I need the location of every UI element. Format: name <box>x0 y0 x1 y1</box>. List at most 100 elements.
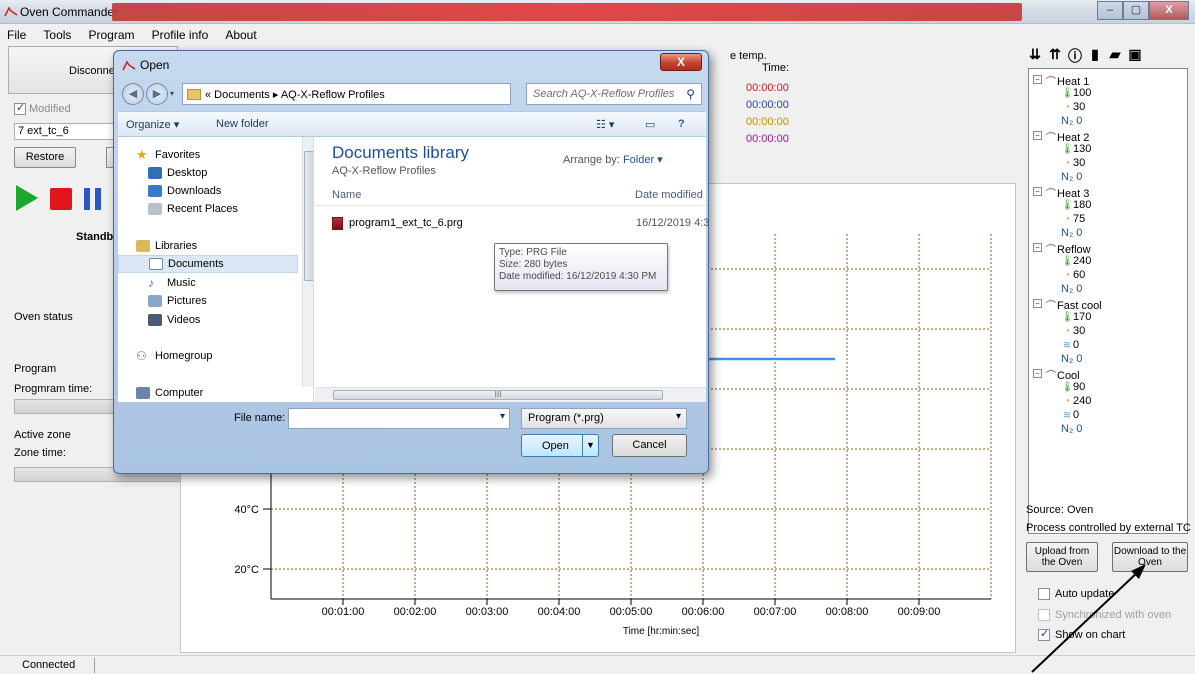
tree-time[interactable]: ◔ 30 <box>1061 101 1085 113</box>
back-icon[interactable]: ◀ <box>122 83 144 105</box>
view-options-icon[interactable]: ☷ ▾ <box>596 118 614 131</box>
menu-profile-info[interactable]: Profile info <box>145 25 216 45</box>
menu-tools[interactable]: Tools <box>36 25 78 45</box>
nav-downloads[interactable]: Downloads <box>148 185 221 197</box>
pause-icon[interactable] <box>84 188 102 210</box>
tree-zone[interactable]: ⌒Heat 3 <box>1045 185 1089 200</box>
search-icon[interactable]: ⚲ <box>686 87 695 101</box>
tree-zone[interactable]: ⌒Fast cool <box>1045 297 1102 312</box>
nav-videos[interactable]: Videos <box>148 314 200 326</box>
tree-time[interactable]: ◔ 75 <box>1061 213 1085 225</box>
column-name[interactable]: Name <box>332 189 361 201</box>
open-options-dropdown-icon[interactable]: ▼ <box>582 435 598 456</box>
tree-fan[interactable]: ≋ 0 <box>1061 409 1079 421</box>
tree-zone[interactable]: ⌒Heat 2 <box>1045 129 1089 144</box>
tree-nitrogen[interactable]: N₂ 0 <box>1061 423 1082 435</box>
nav-music[interactable]: ♪ Music <box>148 277 196 289</box>
collapse-node-icon[interactable]: − <box>1033 299 1042 308</box>
save-icon[interactable]: ▣ <box>1128 46 1142 66</box>
tree-time[interactable]: ◔ 30 <box>1061 157 1085 169</box>
breadcrumb[interactable]: « Documents ▸ AQ-X-Reflow Profiles <box>205 88 385 101</box>
collapse-node-icon[interactable]: − <box>1033 75 1042 84</box>
nav-scroll-thumb[interactable] <box>304 151 313 281</box>
synchronized-checkbox[interactable]: Synchronized with oven <box>1038 609 1171 621</box>
maximize-button[interactable]: ▢ <box>1123 1 1149 20</box>
stop-icon[interactable] <box>50 188 72 210</box>
auto-update-checkbox[interactable]: Auto update <box>1038 588 1114 600</box>
tree-temperature[interactable]: 🌡90 <box>1061 381 1085 393</box>
collapse-all-icon[interactable]: ⇈ <box>1048 46 1062 66</box>
nav-documents[interactable]: Documents <box>118 255 298 273</box>
nav-favorites[interactable]: ★ Favorites <box>136 148 200 161</box>
file-type-select[interactable]: Program (*.prg) <box>521 408 687 429</box>
active-zone-label: Active zone <box>14 429 71 441</box>
tree-nitrogen-label: N₂ 0 <box>1061 353 1083 365</box>
open-folder-icon[interactable]: ▰ <box>1108 46 1122 66</box>
tree-temperature[interactable]: 🌡130 <box>1061 143 1091 155</box>
program-name-field[interactable]: 7 ext_tc_6 <box>14 123 114 140</box>
nav-recent-places[interactable]: Recent Places <box>148 203 238 215</box>
nav-homegroup[interactable]: ⚇ Homegroup <box>136 350 212 362</box>
recent-locations-icon[interactable]: ▾ <box>170 89 174 98</box>
tree-nitrogen[interactable]: N₂ 0 <box>1061 171 1082 183</box>
new-file-icon[interactable]: ▮ <box>1088 46 1102 66</box>
address-bar[interactable]: « Documents ▸ AQ-X-Reflow Profiles ▾ ↻ <box>182 83 576 105</box>
navigation-pane: ★ Favorites Desktop Downloads Recent Plac… <box>118 137 314 402</box>
tree-temperature[interactable]: 🌡240 <box>1061 255 1091 267</box>
tree-zone[interactable]: ⌒Heat 1 <box>1045 73 1089 88</box>
tree-temperature[interactable]: 🌡100 <box>1061 87 1091 99</box>
tree-temperature[interactable]: 🌡180 <box>1061 199 1091 211</box>
download-to-oven-button[interactable]: Download to the Oven <box>1112 542 1188 572</box>
dialog-close-button[interactable]: X <box>660 53 702 71</box>
play-icon[interactable] <box>16 185 38 211</box>
arrange-by-value[interactable]: Folder ▾ <box>623 154 663 166</box>
close-button[interactable]: X <box>1149 1 1189 20</box>
help-icon[interactable]: ? <box>678 118 685 130</box>
file-scroll-thumb[interactable]: III <box>333 390 663 400</box>
menu-about[interactable]: About <box>218 25 263 45</box>
file-horizontal-scrollbar[interactable]: III <box>315 387 706 402</box>
show-on-chart-checkbox[interactable]: Show on chart <box>1038 627 1125 641</box>
collapse-node-icon[interactable]: − <box>1033 243 1042 252</box>
forward-icon[interactable]: ▶ <box>146 83 168 105</box>
column-date-modified[interactable]: Date modified <box>635 189 703 201</box>
collapse-node-icon[interactable]: − <box>1033 369 1042 378</box>
nav-desktop[interactable]: Desktop <box>148 167 207 179</box>
modified-checkbox[interactable]: Modified <box>14 101 71 115</box>
tree-nitrogen[interactable]: N₂ 0 <box>1061 353 1082 365</box>
tree-nitrogen[interactable]: N₂ 0 <box>1061 283 1082 295</box>
menu-program[interactable]: Program <box>81 25 141 45</box>
file-row[interactable]: program1_ext_tc_6.prg 16/12/2019 4:3 <box>332 212 709 234</box>
collapse-node-icon[interactable]: − <box>1033 131 1042 140</box>
open-button[interactable]: Open ▼ <box>521 434 599 457</box>
search-input[interactable]: Search AQ-X-Reflow Profiles ⚲ <box>526 83 702 105</box>
file-name[interactable]: program1_ext_tc_6.prg <box>349 217 463 229</box>
nav-computer[interactable]: Computer <box>136 387 203 399</box>
cancel-button[interactable]: Cancel <box>612 434 687 457</box>
arrange-by[interactable]: Arrange by: Folder ▾ <box>563 153 663 166</box>
tree-fan[interactable]: ≋ 0 <box>1061 339 1079 351</box>
tree-zone[interactable]: ⌒Cool <box>1045 367 1080 382</box>
file-name-input[interactable] <box>288 408 510 429</box>
new-folder-button[interactable]: New folder <box>216 118 269 130</box>
organize-button[interactable]: Organize ▾ <box>126 118 179 131</box>
tree-zone[interactable]: ⌒Reflow <box>1045 241 1091 256</box>
expand-all-icon[interactable]: ⇊ <box>1028 46 1042 66</box>
tree-nitrogen[interactable]: N₂ 0 <box>1061 227 1082 239</box>
nav-pictures[interactable]: Pictures <box>148 295 207 307</box>
nav-libraries[interactable]: Libraries <box>136 240 197 252</box>
tree-time[interactable]: ◔ 60 <box>1061 269 1085 281</box>
restore-button[interactable]: Restore <box>14 147 76 168</box>
tree-temperature[interactable]: 🌡170 <box>1061 311 1091 323</box>
collapse-node-icon[interactable]: − <box>1033 187 1042 196</box>
profile-tree[interactable]: − ⌒Heat 1 🌡100 ◔ 30 N₂ 0− ⌒Heat 2 🌡130 ◔ 30 N₂ 0− ⌒… <box>1028 68 1188 534</box>
tree-time[interactable]: ◔ 240 <box>1061 395 1091 407</box>
menu-file[interactable]: File <box>0 25 33 45</box>
info-icon[interactable]: ⓘ <box>1068 46 1082 66</box>
nav-scrollbar[interactable] <box>302 137 313 387</box>
minimize-button[interactable]: – <box>1097 1 1123 20</box>
preview-pane-icon[interactable]: ▭ <box>645 118 655 131</box>
tree-nitrogen[interactable]: N₂ 0 <box>1061 115 1082 127</box>
upload-from-oven-button[interactable]: Upload from the Oven <box>1026 542 1098 572</box>
tree-time[interactable]: ◔ 30 <box>1061 325 1085 337</box>
